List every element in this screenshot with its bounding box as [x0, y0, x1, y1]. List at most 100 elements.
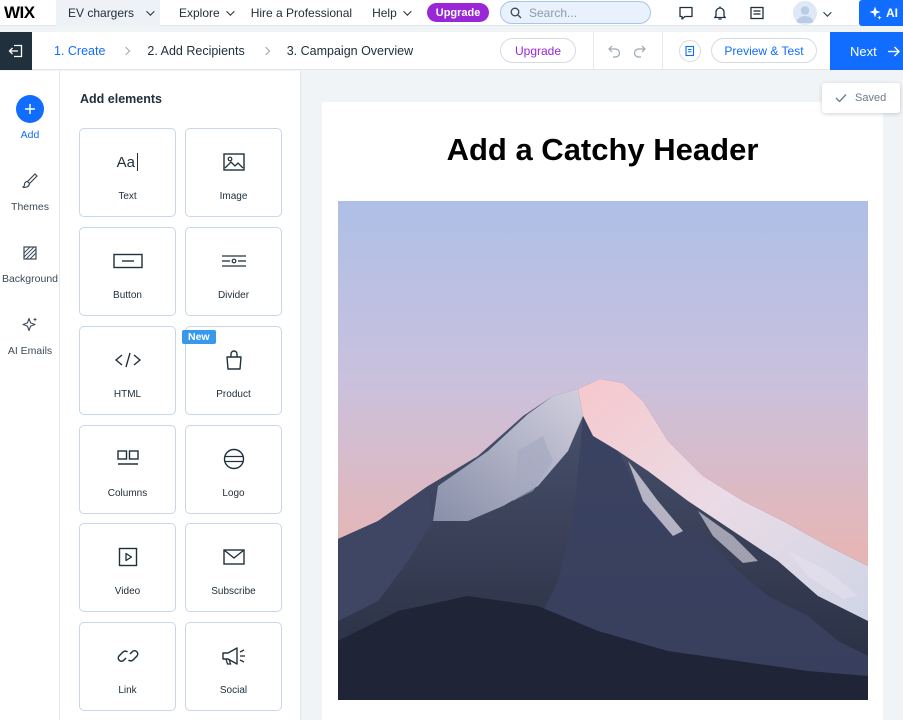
bag-icon	[225, 350, 242, 370]
element-tile-video[interactable]: Video	[79, 523, 176, 612]
sparkle-icon	[22, 317, 37, 332]
tile-label: Image	[219, 191, 248, 202]
tile-label: Logo	[222, 488, 245, 499]
brush-icon	[22, 173, 38, 188]
chevron-down-icon[interactable]	[823, 8, 832, 17]
chevron-right-icon	[261, 46, 270, 55]
element-tile-link[interactable]: Link	[79, 622, 176, 711]
code-icon	[114, 352, 141, 368]
arrow-right-icon	[887, 46, 900, 56]
upgrade-button[interactable]: Upgrade	[426, 3, 490, 22]
rail-item-add[interactable]: Add	[0, 95, 60, 141]
add-elements-panel: Add elements Aa Text Image Button Divide…	[60, 71, 301, 720]
nav-help[interactable]: Help	[372, 5, 412, 20]
tile-label: Product	[216, 389, 251, 400]
ai-label: AI	[886, 6, 898, 20]
tile-label: Video	[114, 586, 141, 597]
preview-test-button[interactable]: Preview & Test	[711, 38, 817, 63]
search-input[interactable]: Search...	[500, 1, 651, 24]
element-tile-subscribe[interactable]: Subscribe	[185, 523, 282, 612]
ai-assistant-button[interactable]: AI	[859, 0, 903, 26]
tile-label: Button	[113, 290, 142, 301]
email-header[interactable]: Add a Catchy Header	[322, 132, 883, 168]
element-tile-button[interactable]: Button	[79, 227, 176, 316]
notes-button[interactable]	[679, 40, 701, 62]
undo-redo-group	[607, 43, 647, 58]
email-canvas: Add a Catchy Header	[301, 71, 903, 720]
chevron-right-icon	[122, 46, 131, 55]
step-create[interactable]: 1. Create	[54, 44, 105, 58]
rail-label-ai-emails: AI Emails	[7, 345, 53, 357]
next-button[interactable]: Next	[830, 32, 903, 70]
exit-button[interactable]	[0, 31, 32, 70]
rail-label-add: Add	[20, 129, 40, 141]
rail-item-themes[interactable]: Themes	[0, 167, 60, 213]
new-badge: New	[182, 330, 216, 344]
video-icon	[118, 547, 137, 567]
text-icon: Aa	[117, 150, 139, 174]
search-placeholder: Search...	[529, 5, 578, 20]
divider	[662, 32, 663, 70]
step-add-recipients[interactable]: 2. Add Recipients	[147, 44, 244, 58]
saved-label: Saved	[855, 92, 887, 104]
top-bar: WIX EV chargers Explore Hire a Professio…	[0, 0, 903, 26]
upgrade-outline-button[interactable]: Upgrade	[500, 38, 576, 63]
panel-title: Add elements	[80, 92, 162, 106]
steps-breadcrumb: 1. Create 2. Add Recipients 3. Campaign …	[54, 44, 413, 58]
tile-label: Subscribe	[211, 586, 256, 597]
site-selector[interactable]: EV chargers	[56, 0, 160, 26]
sparkle-icon	[869, 6, 882, 20]
exit-icon	[8, 44, 23, 57]
chevron-down-icon	[146, 6, 155, 16]
tile-label: Divider	[217, 290, 250, 301]
bell-icon[interactable]	[711, 4, 729, 22]
rail-item-ai-emails[interactable]: AI Emails	[0, 311, 60, 357]
nav-hire-professional[interactable]: Hire a Professional	[251, 6, 352, 20]
avatar[interactable]	[793, 1, 817, 25]
element-tile-html[interactable]: HTML	[79, 326, 176, 415]
link-icon	[117, 650, 138, 662]
saved-status: Saved	[822, 83, 900, 113]
tile-label: Link	[118, 685, 137, 696]
rail-label-background: Background	[1, 273, 59, 285]
element-tile-logo[interactable]: Logo	[185, 425, 282, 514]
rail-item-background[interactable]: Background	[0, 239, 60, 285]
site-name: EV chargers	[68, 5, 135, 20]
mountain-image	[338, 201, 868, 700]
wix-logo[interactable]: WIX	[0, 3, 56, 23]
left-rail: Add Themes Background AI Emails	[0, 71, 60, 720]
envelope-icon	[222, 549, 245, 565]
element-tile-columns[interactable]: Columns	[79, 425, 176, 514]
nav-explore-label: Explore	[179, 5, 220, 20]
step-campaign-overview[interactable]: 3. Campaign Overview	[287, 44, 413, 58]
email-hero-image[interactable]	[338, 201, 868, 700]
redo-icon[interactable]	[632, 43, 647, 58]
undo-icon[interactable]	[607, 43, 622, 58]
tile-label: Social	[219, 685, 248, 696]
email-body[interactable]: Add a Catchy Header	[322, 102, 883, 720]
element-tile-divider[interactable]: Divider	[185, 227, 282, 316]
chat-icon[interactable]	[677, 4, 695, 22]
tile-label: Columns	[107, 488, 148, 499]
notes-icon	[685, 45, 695, 57]
text-icon-glyph: Aa	[116, 153, 135, 171]
element-tile-social[interactable]: Social	[185, 622, 282, 711]
check-icon	[835, 94, 847, 103]
columns-icon	[116, 450, 139, 465]
divider	[593, 32, 594, 70]
tile-label: HTML	[113, 389, 142, 400]
step-bar: 1. Create 2. Add Recipients 3. Campaign …	[0, 31, 903, 70]
rail-label-themes: Themes	[11, 201, 49, 213]
nav-explore[interactable]: Explore	[179, 5, 235, 20]
avatar-icon	[796, 6, 814, 23]
element-tile-text[interactable]: Aa Text	[79, 128, 176, 217]
nav-help-label: Help	[372, 5, 397, 20]
search-icon	[510, 7, 522, 18]
megaphone-icon	[221, 647, 245, 665]
nav-hire-label: Hire a Professional	[250, 5, 353, 20]
next-label: Next	[850, 43, 877, 59]
button-icon	[112, 253, 143, 269]
plus-icon	[16, 95, 44, 123]
dashboard-icon[interactable]	[748, 4, 766, 22]
element-tile-image[interactable]: Image	[185, 128, 282, 217]
